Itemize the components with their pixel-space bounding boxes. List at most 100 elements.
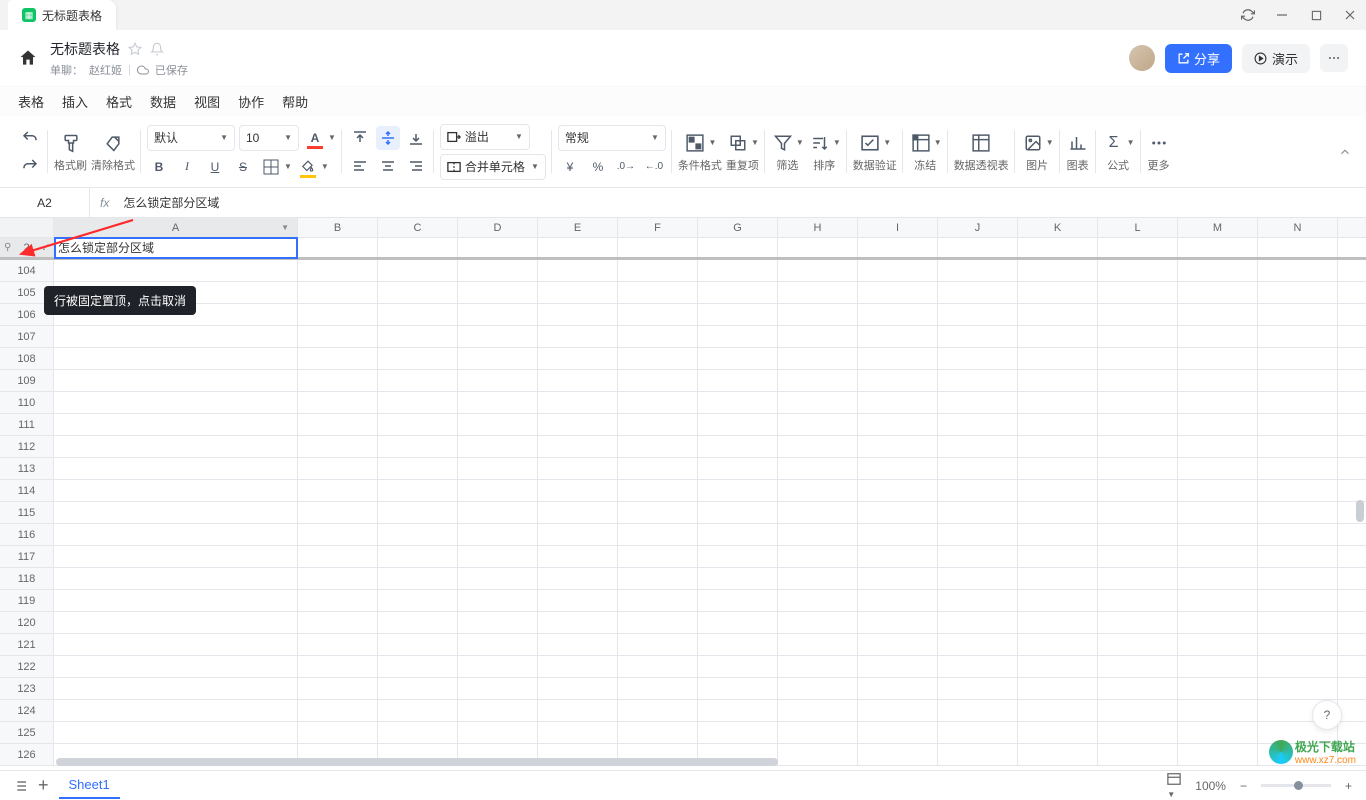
cell[interactable] [458,326,538,347]
cell[interactable] [1178,458,1258,479]
cell[interactable] [698,436,778,457]
cell[interactable] [1098,722,1178,743]
cell[interactable] [858,568,938,589]
cell[interactable] [1018,326,1098,347]
cell[interactable] [54,546,298,567]
cell[interactable] [938,480,1018,501]
cell[interactable] [1258,414,1338,435]
cell[interactable] [698,502,778,523]
cell[interactable] [458,678,538,699]
cell[interactable] [54,634,298,655]
cell[interactable] [778,502,858,523]
cell[interactable] [618,458,698,479]
name-box[interactable]: A2 [0,188,90,218]
currency-button[interactable]: ¥ [558,155,582,179]
cell[interactable] [298,304,378,325]
cell[interactable] [378,568,458,589]
cell[interactable] [458,480,538,501]
cell[interactable] [1178,546,1258,567]
cell[interactable] [54,722,298,743]
cell[interactable] [378,524,458,545]
halign-right-button[interactable] [404,154,428,178]
cell[interactable] [378,590,458,611]
maximize-icon[interactable] [1308,7,1324,23]
cell[interactable] [1098,304,1178,325]
cell[interactable] [378,502,458,523]
cell[interactable] [1018,436,1098,457]
cell[interactable] [698,722,778,743]
cell[interactable] [378,238,458,257]
cell[interactable] [1258,348,1338,369]
italic-button[interactable]: I [175,155,199,179]
cell[interactable] [938,348,1018,369]
cell[interactable] [298,458,378,479]
cell[interactable] [778,700,858,721]
cell[interactable] [458,348,538,369]
cell[interactable] [938,392,1018,413]
cell[interactable] [618,348,698,369]
row-header[interactable]: 114 [0,480,54,501]
add-sheet-button[interactable]: + [38,775,49,796]
cell[interactable] [298,348,378,369]
halign-left-button[interactable] [348,154,372,178]
cell[interactable] [698,392,778,413]
cell[interactable] [1178,304,1258,325]
row-header-2[interactable]: ⚲ 2 ⤢ [0,238,54,257]
col-header-C[interactable]: C [378,218,458,237]
cell[interactable] [1258,238,1338,257]
cell[interactable] [298,370,378,391]
cell[interactable] [938,414,1018,435]
borders-button[interactable]: ▼ [259,155,292,179]
cond-format-button[interactable]: ▼ [683,131,716,155]
cell[interactable] [1018,612,1098,633]
zoom-label[interactable]: 100% [1195,779,1226,793]
close-icon[interactable] [1342,7,1358,23]
cell[interactable] [778,238,858,257]
cell[interactable] [618,678,698,699]
cell[interactable] [538,260,618,281]
cell[interactable] [458,568,538,589]
cell[interactable] [858,436,938,457]
cell[interactable] [54,700,298,721]
cell[interactable] [1178,502,1258,523]
cell[interactable] [698,634,778,655]
cell[interactable] [378,326,458,347]
cell[interactable] [698,260,778,281]
cell[interactable] [618,722,698,743]
row-header[interactable]: 118 [0,568,54,589]
cell[interactable] [618,260,698,281]
cell[interactable] [698,370,778,391]
cell[interactable] [538,414,618,435]
cell[interactable] [1258,524,1338,545]
cell[interactable] [1258,480,1338,501]
cell[interactable] [378,722,458,743]
cell[interactable] [778,612,858,633]
cell[interactable] [938,436,1018,457]
cell[interactable] [458,722,538,743]
row-header[interactable]: 111 [0,414,54,435]
select-all-corner[interactable] [0,218,54,237]
cell[interactable] [54,348,298,369]
cell[interactable] [938,568,1018,589]
cell[interactable] [938,260,1018,281]
cell[interactable] [54,370,298,391]
cell[interactable] [378,260,458,281]
bold-button[interactable]: B [147,155,171,179]
cell[interactable] [778,326,858,347]
cell[interactable] [1098,546,1178,567]
menu-insert[interactable]: 插入 [62,92,88,111]
cell[interactable] [378,634,458,655]
cell[interactable] [1258,656,1338,677]
cell[interactable] [618,326,698,347]
cell[interactable] [1018,634,1098,655]
cell[interactable] [858,414,938,435]
cell[interactable] [938,590,1018,611]
number-format-select[interactable]: 常规▼ [558,125,666,151]
image-button[interactable]: ▼ [1021,131,1054,155]
cell[interactable] [778,458,858,479]
cell[interactable] [1098,656,1178,677]
cell[interactable] [858,678,938,699]
cell[interactable] [1178,480,1258,501]
cell[interactable] [538,678,618,699]
cell[interactable] [858,546,938,567]
